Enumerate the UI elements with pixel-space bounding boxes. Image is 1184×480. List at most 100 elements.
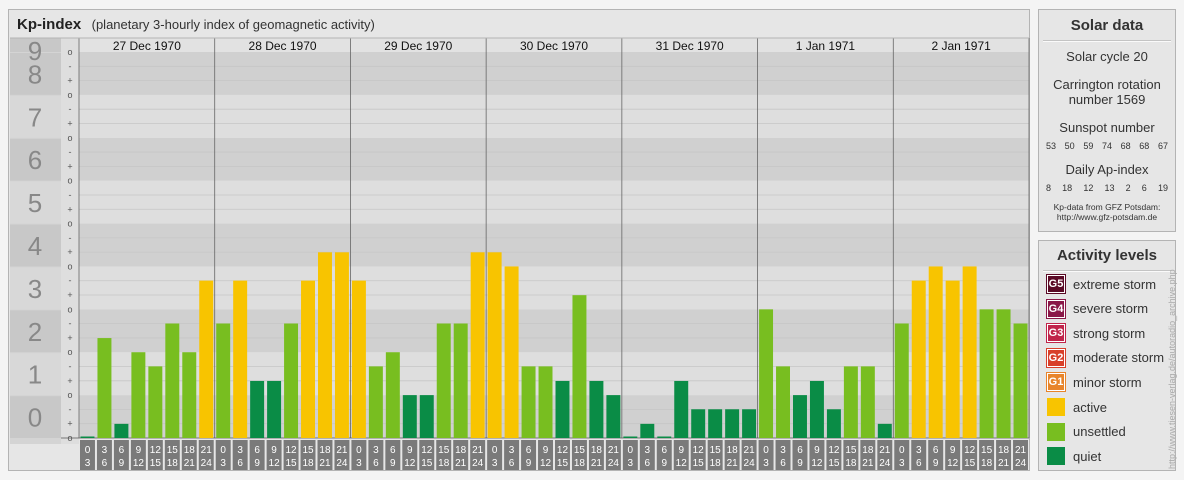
interval-end: 6: [373, 458, 379, 469]
chart-subtitle: (planetary 3-hourly index of geomagnetic…: [91, 17, 375, 32]
grid-band: [79, 52, 1029, 95]
kp-bar: [538, 366, 553, 438]
interval-start: 9: [678, 445, 684, 456]
interval-end: 15: [828, 458, 840, 469]
interval-start: 3: [373, 445, 379, 456]
kp-bar: [572, 295, 587, 438]
kp-bar: [945, 280, 960, 438]
solar-data-panel: Solar data Solar cycle 20 Carrington rot…: [1038, 9, 1176, 232]
interval-end: 21: [591, 458, 603, 469]
ap-value: 18: [1062, 183, 1073, 193]
legend-swatch: [1047, 398, 1065, 416]
kp-bar: [928, 266, 943, 438]
kp-bar: [911, 280, 926, 438]
sunspot-value: 50: [1064, 141, 1075, 151]
legend-item-active: active: [1047, 397, 1107, 417]
interval-start: 18: [862, 445, 874, 456]
interval-start: 18: [455, 445, 467, 456]
interval-end: 9: [661, 458, 667, 469]
interval-start: 6: [661, 445, 667, 456]
kp-bar: [199, 280, 214, 438]
interval-end: 18: [574, 458, 586, 469]
interval-start: 9: [950, 445, 956, 456]
interval-start: 9: [136, 445, 142, 456]
interval-end: 24: [1015, 458, 1027, 469]
interval-end: 3: [899, 458, 905, 469]
y-subtick-label: o: [67, 304, 72, 314]
interval-end: 24: [336, 458, 348, 469]
kp-bar: [725, 409, 740, 438]
interval-start: 6: [119, 445, 125, 456]
interval-end: 21: [727, 458, 739, 469]
y-subtick-label: +: [67, 118, 72, 128]
credit-line2: http://www.gfz-potsdam.de: [1056, 212, 1158, 222]
interval-start: 6: [797, 445, 803, 456]
interval-start: 3: [916, 445, 922, 456]
day-label: 31 Dec 1970: [656, 39, 724, 53]
legend-item-extreme-storm: G5 extreme storm: [1046, 274, 1156, 294]
y-tick-label: 1: [28, 360, 42, 390]
y-subtick-label: o: [67, 176, 72, 186]
interval-start: 12: [557, 445, 569, 456]
kp-bar: [996, 309, 1011, 438]
y-subtick-label: +: [67, 376, 72, 386]
interval-end: 12: [133, 458, 145, 469]
interval-start: 0: [356, 445, 362, 456]
interval-start: 3: [102, 445, 108, 456]
y-subtick-label: -: [69, 362, 72, 372]
interval-start: 18: [319, 445, 331, 456]
interval-start: 15: [438, 445, 450, 456]
interval-end: 9: [390, 458, 396, 469]
y-tick-label: 3: [28, 274, 42, 304]
kp-bar: [182, 352, 197, 438]
interval-start: 9: [271, 445, 277, 456]
y-subtick-label: -: [69, 190, 72, 200]
y-subtick-label: +: [67, 204, 72, 214]
ap-value: 8: [1046, 183, 1052, 193]
kp-bar: [131, 352, 146, 438]
chart-title: Kp-index: [17, 16, 82, 33]
y-subtick-label: -: [69, 147, 72, 157]
interval-end: 9: [933, 458, 939, 469]
day-label: 28 Dec 1970: [249, 39, 317, 53]
kp-chart-panel: 27 Dec 1970 28 Dec 1970 29 Dec 1970 30 Dec …: [8, 9, 1030, 471]
interval-start: 15: [167, 445, 179, 456]
interval-start: 0: [628, 445, 634, 456]
sunspot-values: 53 50 59 74 68 68 67: [1039, 141, 1175, 151]
grid-band: [79, 137, 1029, 181]
kp-bar: [267, 380, 282, 438]
kp-bar: [453, 323, 468, 438]
interval-end: 9: [254, 458, 260, 469]
day-label: 30 Dec 1970: [520, 39, 588, 53]
interval-end: 6: [645, 458, 651, 469]
y-subtick-label: o: [67, 133, 72, 143]
kp-bar: [877, 423, 892, 438]
interval-end: 24: [744, 458, 756, 469]
y-subtick-label: -: [69, 319, 72, 329]
interval-start: 21: [608, 445, 620, 456]
interval-start: 15: [710, 445, 722, 456]
interval-start: 18: [727, 445, 739, 456]
kp-bar: [419, 395, 434, 438]
kp-bar: [318, 252, 332, 438]
grid-band: [79, 266, 1029, 310]
interval-start: 9: [543, 445, 549, 456]
sunspot-value: 59: [1083, 141, 1094, 151]
legend-swatch: G3: [1046, 323, 1066, 344]
kp-bar: [97, 338, 112, 438]
interval-end: 15: [693, 458, 705, 469]
y-subtick-label: o: [67, 90, 72, 100]
kp-bar: [809, 380, 824, 438]
levels-panel-title: Activity levels: [1056, 247, 1158, 264]
y-subtick-label: +: [67, 290, 72, 300]
y-subtick-label: -: [69, 233, 72, 243]
y-subtick-label: o: [67, 47, 72, 57]
kp-bar: [148, 366, 163, 438]
interval-end: 21: [319, 458, 331, 469]
legend-swatch: G5: [1046, 274, 1066, 294]
interval-start: 3: [780, 445, 786, 456]
interval-end: 3: [763, 458, 769, 469]
ap-value: 19: [1157, 183, 1168, 193]
y-tick-label: 9: [28, 36, 42, 66]
legend-swatch: G1: [1046, 372, 1066, 393]
